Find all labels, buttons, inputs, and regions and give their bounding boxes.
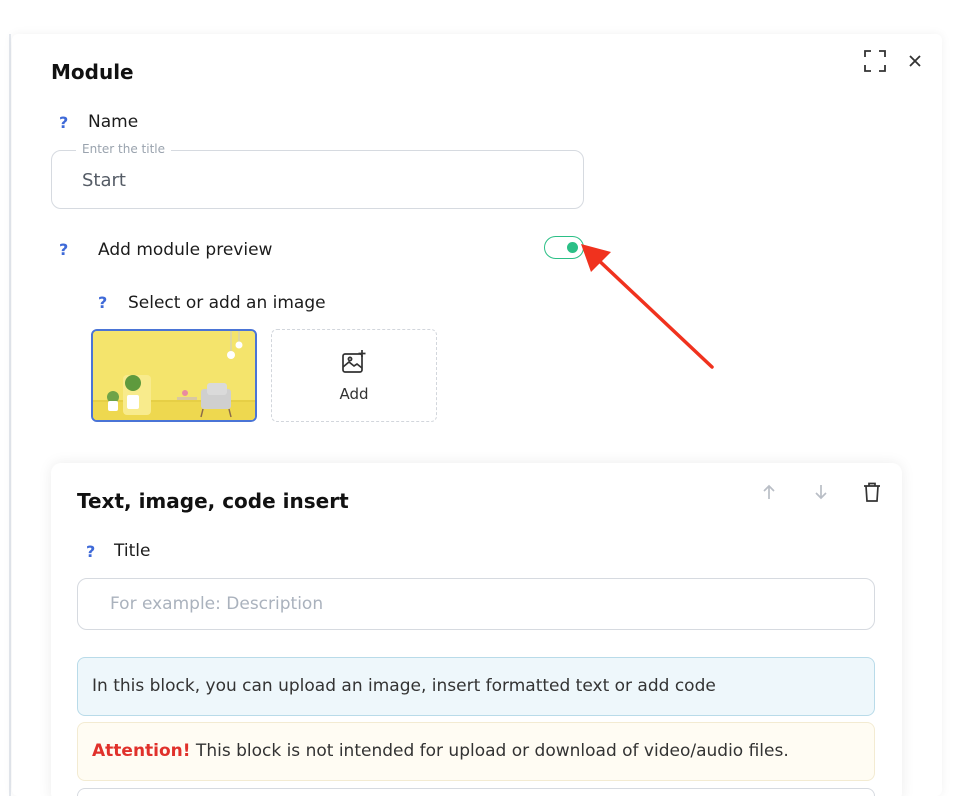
- annotation-arrow: [581, 244, 714, 369]
- warning-strong: Attention!: [92, 741, 191, 761]
- image-select-label: Select or add an image: [128, 293, 326, 313]
- name-field-label: Enter the title: [76, 142, 171, 156]
- modal-title: Module: [51, 60, 134, 84]
- left-divider: [9, 34, 11, 796]
- image-plus-icon: [341, 349, 367, 379]
- preview-label: Add module preview: [98, 240, 273, 260]
- preview-help-icon[interactable]: ?: [59, 240, 68, 259]
- warning-message: Attention! This block is not intended fo…: [77, 722, 875, 781]
- arrow-up-icon[interactable]: [758, 481, 780, 503]
- warning-text: This block is not intended for upload or…: [190, 741, 789, 761]
- name-value: Start: [82, 170, 126, 191]
- title-label: Title: [114, 541, 151, 561]
- name-help-icon[interactable]: ?: [59, 113, 68, 132]
- close-icon[interactable]: [904, 50, 926, 72]
- block-title-input[interactable]: [77, 578, 875, 630]
- arrow-down-icon[interactable]: [810, 481, 832, 503]
- editor-area-top[interactable]: [77, 788, 875, 796]
- add-image-button[interactable]: Add: [271, 329, 437, 422]
- image-help-icon[interactable]: ?: [98, 293, 107, 312]
- block-title: Text, image, code insert: [77, 489, 349, 513]
- expand-icon[interactable]: [863, 49, 887, 73]
- info-text: In this block, you can upload an image, …: [92, 676, 716, 696]
- title-help-icon[interactable]: ?: [86, 542, 95, 561]
- info-message: In this block, you can upload an image, …: [77, 657, 875, 716]
- name-input[interactable]: Enter the title Start: [51, 142, 584, 209]
- selected-preview-image[interactable]: [91, 329, 257, 422]
- name-label: Name: [88, 112, 139, 132]
- trash-icon[interactable]: [860, 480, 884, 504]
- add-image-label: Add: [339, 384, 369, 403]
